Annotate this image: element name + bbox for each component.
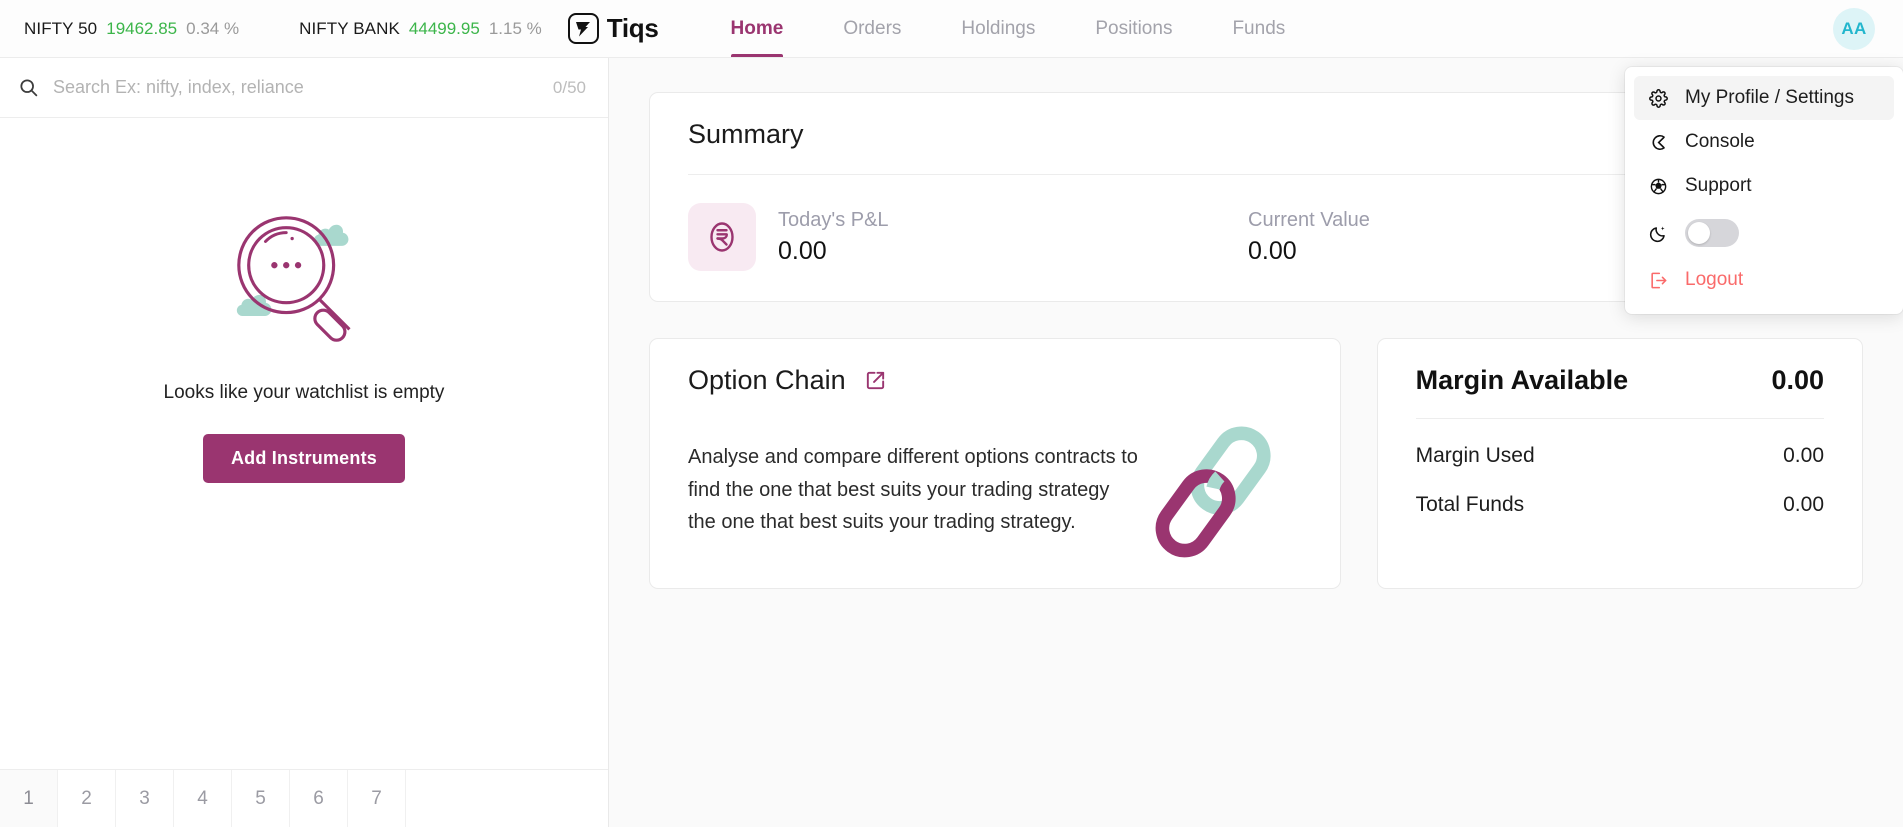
nav-label: Home	[730, 17, 784, 39]
dark-mode-toggle[interactable]	[1685, 219, 1739, 247]
stat-value: 0.00	[778, 236, 827, 265]
menu-item-label: Support	[1685, 175, 1752, 196]
index-name: NIFTY 50	[24, 18, 98, 38]
margin-available-label: Margin Available	[1415, 365, 1629, 395]
nav-item-positions[interactable]: Positions	[1065, 0, 1202, 57]
magnifier-empty-illustration	[220, 200, 388, 360]
chain-links-illustration	[1148, 422, 1284, 558]
index-price: 19462.85	[106, 18, 178, 38]
margin-used-label: Margin Used	[1415, 444, 1535, 467]
external-link-icon[interactable]	[864, 369, 887, 392]
total-funds-label: Total Funds	[1415, 493, 1525, 516]
index-change: 0.34 %	[186, 18, 240, 38]
nav-item-orders[interactable]: Orders	[813, 0, 931, 57]
margin-used-row: Margin Used 0.00	[1416, 444, 1824, 468]
watchlist-tab-6[interactable]: 6	[290, 770, 348, 827]
search-bar: 0/50	[0, 58, 608, 118]
index-nifty-bank[interactable]: NIFTY BANK 44499.95 1.15 %	[299, 19, 542, 39]
avatar[interactable]: AA	[1833, 7, 1875, 50]
index-name: NIFTY BANK	[299, 18, 400, 38]
option-chain-description: Analyse and compare different options co…	[688, 446, 1138, 534]
watchlist-tab-3[interactable]: 3	[116, 770, 174, 827]
menu-item-label: Logout	[1685, 269, 1744, 290]
menu-item-label: Console	[1685, 131, 1755, 152]
watchlist-sidebar: 0/50	[0, 58, 609, 827]
avatar-container: AA	[1833, 0, 1903, 57]
console-icon	[1647, 133, 1669, 152]
total-funds-row: Total Funds 0.00	[1416, 493, 1824, 517]
moon-icon	[1647, 224, 1669, 243]
option-chain-header: Option Chain	[688, 365, 1302, 396]
logout-icon	[1647, 271, 1669, 290]
index-price: 44499.95	[408, 18, 480, 38]
stat-current-value: Current Value 0.00	[1248, 209, 1578, 266]
stat-label: Current Value	[1248, 208, 1370, 231]
nav-label: Holdings	[961, 17, 1036, 39]
margin-header: Margin Available 0.00	[1416, 365, 1824, 396]
option-chain-title: Option Chain	[688, 365, 846, 395]
watchlist-tab-4[interactable]: 4	[174, 770, 232, 827]
nav-label: Funds	[1232, 17, 1286, 39]
option-chain-card[interactable]: Option Chain Analyse and compare differe…	[649, 338, 1341, 589]
brand-name: Tiqs	[606, 13, 659, 43]
gear-icon	[1647, 88, 1669, 108]
menu-item-support[interactable]: Support	[1634, 164, 1894, 208]
market-indices: NIFTY 50 19462.85 0.34 % NIFTY BANK 4449…	[0, 0, 542, 57]
menu-item-console[interactable]: Console	[1634, 120, 1894, 164]
search-char-count: 0/50	[552, 77, 586, 97]
index-nifty-50[interactable]: NIFTY 50 19462.85 0.34 %	[24, 19, 239, 39]
option-chain-body: Analyse and compare different options co…	[688, 422, 1302, 558]
watchlist-tab-7[interactable]: 7	[348, 770, 406, 827]
stat-todays-pnl: Today's P&L 0.00	[688, 203, 1248, 271]
nav-item-home[interactable]: Home	[701, 0, 814, 57]
toggle-knob	[1688, 222, 1710, 244]
profile-dropdown-menu: My Profile / Settings Console Support Lo…	[1625, 67, 1903, 314]
menu-item-label: My Profile / Settings	[1685, 87, 1854, 108]
add-instruments-button[interactable]: Add Instruments	[202, 434, 405, 483]
margin-available-card: Margin Available 0.00 Margin Used 0.00 T…	[1376, 338, 1863, 589]
search-icon	[18, 77, 39, 98]
menu-item-logout[interactable]: Logout	[1634, 258, 1894, 302]
stat-text-group: Today's P&L 0.00	[778, 209, 889, 266]
watchlist-tab-5[interactable]: 5	[232, 770, 290, 827]
support-icon	[1647, 177, 1669, 196]
margin-used-value: 0.00	[1783, 444, 1824, 467]
margin-divider	[1415, 418, 1824, 419]
top-bar: NIFTY 50 19462.85 0.34 % NIFTY BANK 4449…	[0, 0, 1903, 314]
menu-item-theme-toggle[interactable]	[1634, 208, 1894, 258]
watchlist-tab-2[interactable]: 2	[58, 770, 116, 827]
watchlist-tabs-filler	[406, 770, 608, 827]
menu-item-my-profile-settings[interactable]: My Profile / Settings	[1634, 76, 1894, 120]
nav-label: Positions	[1095, 17, 1173, 39]
empty-watchlist-message: Looks like your watchlist is empty	[163, 382, 445, 403]
index-change: 1.15 %	[488, 18, 542, 38]
watchlist-tab-1[interactable]: 1	[0, 770, 58, 827]
stat-label: Today's P&L	[778, 208, 889, 231]
stat-text-group: Current Value 0.00	[1248, 209, 1370, 266]
watchlist-tabs: 1 2 3 4 5 6 7	[0, 769, 608, 827]
search-input[interactable]	[53, 77, 539, 98]
cards-row: Option Chain Analyse and compare differe…	[649, 338, 1863, 589]
app-root: NIFTY 50 19462.85 0.34 % NIFTY BANK 4449…	[0, 0, 1903, 827]
body-row: 0/50	[0, 58, 1903, 827]
rupee-icon	[688, 203, 756, 271]
total-funds-value: 0.00	[1783, 493, 1824, 516]
stat-value: 0.00	[1248, 236, 1297, 265]
brand-logo[interactable]: Tiqs	[567, 0, 659, 57]
nav-item-funds[interactable]: Funds	[1202, 0, 1315, 57]
lightning-bolt-icon	[567, 13, 599, 44]
nav-label: Orders	[843, 17, 902, 39]
nav-item-holdings[interactable]: Holdings	[931, 0, 1065, 57]
watchlist-empty-state: Looks like your watchlist is empty Add I…	[0, 118, 608, 769]
margin-available-amount: 0.00	[1771, 365, 1824, 395]
main-nav: Home Orders Holdings Positions Funds	[701, 0, 1316, 57]
